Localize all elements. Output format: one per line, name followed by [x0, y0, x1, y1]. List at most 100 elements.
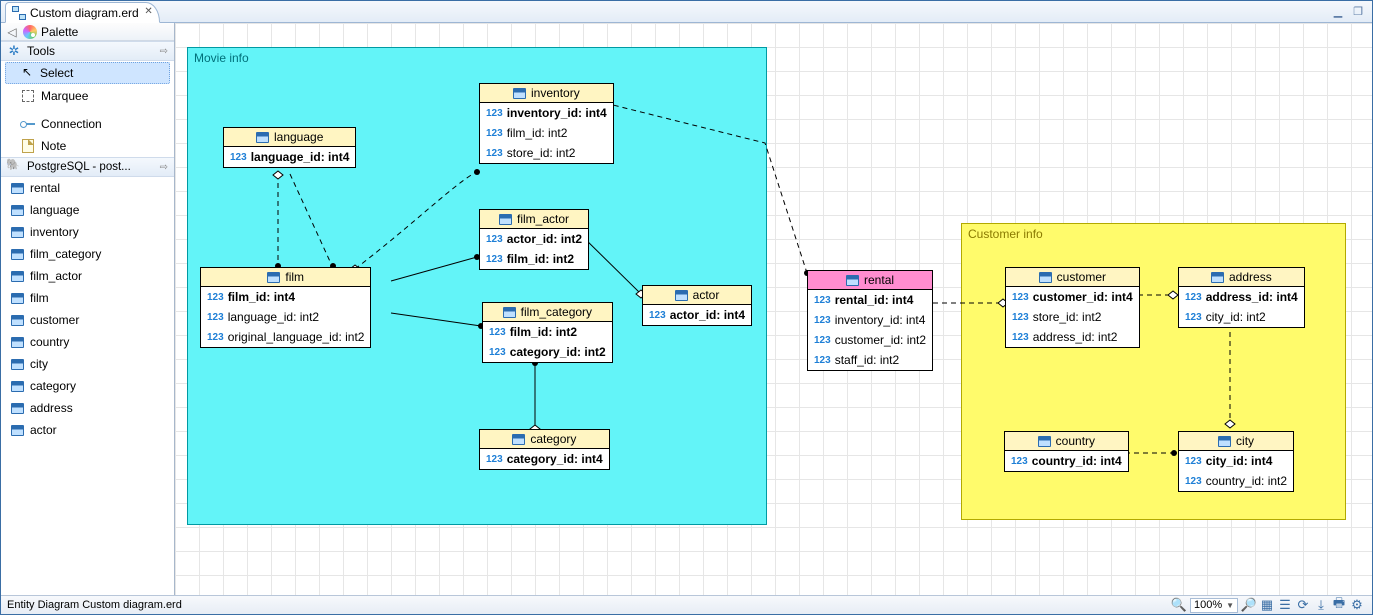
chevron-down-icon[interactable]: ▼	[1226, 601, 1234, 610]
column-label: category_id: int4	[507, 452, 603, 466]
entity-header[interactable]: rental	[808, 271, 932, 290]
entity-header[interactable]: actor	[643, 286, 751, 305]
db-label: PostgreSQL - post...	[27, 161, 131, 173]
entity-column[interactable]: 123customer_id: int2	[808, 330, 932, 350]
entity-header[interactable]: film_actor	[480, 210, 588, 229]
zoom-combo[interactable]: 100% ▼	[1190, 598, 1238, 613]
entity-title: film	[285, 270, 304, 284]
entity-column[interactable]: 123address_id: int4	[1179, 287, 1304, 307]
entity-actor[interactable]: actor123actor_id: int4	[642, 285, 752, 326]
column-label: store_id: int2	[1033, 310, 1102, 324]
zoom-in-icon[interactable]: 🔎	[1240, 597, 1258, 613]
palette-table-film_actor[interactable]: film_actor	[1, 265, 174, 287]
entity-column[interactable]: 123city_id: int2	[1179, 307, 1304, 327]
entity-header[interactable]: category	[480, 430, 609, 449]
entity-column[interactable]: 123film_id: int2	[480, 249, 588, 269]
refresh-icon[interactable]: ⟳	[1294, 597, 1312, 613]
datatype-icon: 123	[489, 327, 506, 338]
entity-city[interactable]: city123city_id: int4123country_id: int2	[1178, 431, 1294, 492]
entity-film-actor[interactable]: film_actor123actor_id: int2123film_id: i…	[479, 209, 589, 270]
palette-table-inventory[interactable]: inventory	[1, 221, 174, 243]
palette-table-actor[interactable]: actor	[1, 419, 174, 441]
palette-table-address[interactable]: address	[1, 397, 174, 419]
palette-panel: ◁ Palette ✲ Tools ⇨ ↖ Select Marquee Con…	[1, 23, 175, 595]
palette-table-customer[interactable]: customer	[1, 309, 174, 331]
entity-column[interactable]: 123store_id: int2	[480, 143, 613, 163]
table-label: address	[30, 401, 73, 415]
entity-column[interactable]: 123store_id: int2	[1006, 307, 1139, 327]
pin-icon[interactable]: ⇨	[160, 162, 168, 173]
print-icon[interactable]: 🖶	[1330, 594, 1348, 616]
entity-customer[interactable]: customer123customer_id: int4123store_id:…	[1005, 267, 1140, 348]
palette-table-category[interactable]: category	[1, 375, 174, 397]
tool-select[interactable]: ↖ Select	[5, 62, 170, 84]
entity-column[interactable]: 123original_language_id: int2	[201, 327, 370, 347]
entity-column[interactable]: 123film_id: int2	[483, 322, 612, 342]
palette-table-film[interactable]: film	[1, 287, 174, 309]
minimize-icon[interactable]: ▁	[1330, 4, 1346, 18]
entity-column[interactable]: 123address_id: int2	[1006, 327, 1139, 347]
entity-column[interactable]: 123film_id: int2	[480, 123, 613, 143]
note-icon	[22, 139, 34, 153]
restore-icon[interactable]: ❐	[1350, 4, 1366, 18]
entity-header[interactable]: country	[1005, 432, 1128, 451]
tool-connection[interactable]: Connection	[1, 113, 174, 135]
entity-inventory[interactable]: inventory123inventory_id: int4123film_id…	[479, 83, 614, 164]
entity-column[interactable]: 123inventory_id: int4	[480, 103, 613, 123]
back-icon[interactable]: ◁	[5, 25, 19, 39]
close-icon[interactable]: ✕	[144, 6, 152, 17]
entity-column[interactable]: 123language_id: int2	[201, 307, 370, 327]
tab-custom-diagram[interactable]: Custom diagram.erd ✕	[5, 2, 160, 23]
entity-category[interactable]: category 123 category_id: int4	[479, 429, 610, 470]
tool-note[interactable]: Note	[1, 135, 174, 157]
palette-table-language[interactable]: language	[1, 199, 174, 221]
gear-icon: ✲	[7, 44, 21, 58]
entity-column[interactable]: 123customer_id: int4	[1006, 287, 1139, 307]
entity-column[interactable]: 123 category_id: int4	[480, 449, 609, 469]
column-label: original_language_id: int2	[228, 330, 365, 344]
palette-table-city[interactable]: city	[1, 353, 174, 375]
entity-rental[interactable]: rental123rental_id: int4123inventory_id:…	[807, 270, 933, 371]
entity-language[interactable]: language123language_id: int4	[223, 127, 356, 168]
entity-country[interactable]: country123country_id: int4	[1004, 431, 1129, 472]
entity-column[interactable]: 123actor_id: int4	[643, 305, 751, 325]
entity-header[interactable]: city	[1179, 432, 1293, 451]
diagram-canvas[interactable]: Movie info Customer info	[175, 23, 1372, 595]
entity-column[interactable]: 123country_id: int4	[1005, 451, 1128, 471]
tool-marquee[interactable]: Marquee	[1, 85, 174, 107]
entity-header[interactable]: film_category	[483, 303, 612, 322]
table-icon	[513, 88, 526, 99]
entity-column[interactable]: 123film_id: int4	[201, 287, 370, 307]
layout-list-icon[interactable]: ☰	[1276, 597, 1294, 613]
palette-table-film_category[interactable]: film_category	[1, 243, 174, 265]
entity-column[interactable]: 123rental_id: int4	[808, 290, 932, 310]
column-label: staff_id: int2	[835, 353, 900, 367]
entity-header[interactable]: customer	[1006, 268, 1139, 287]
entity-column[interactable]: 123language_id: int4	[224, 147, 355, 167]
entity-column[interactable]: 123city_id: int4	[1179, 451, 1293, 471]
entity-film-category[interactable]: film_category123film_id: int2123category…	[482, 302, 613, 363]
export-icon[interactable]: ⤓	[1312, 597, 1330, 613]
pin-icon[interactable]: ⇨	[160, 46, 168, 57]
datatype-icon: 123	[486, 454, 503, 465]
entity-column[interactable]: 123staff_id: int2	[808, 350, 932, 370]
entity-film[interactable]: film 123film_id: int4123language_id: int2…	[200, 267, 371, 348]
tools-drawer-head[interactable]: ✲ Tools ⇨	[1, 41, 174, 61]
entity-address[interactable]: address123address_id: int4123city_id: in…	[1178, 267, 1305, 328]
db-drawer-head[interactable]: PostgreSQL - post... ⇨	[1, 157, 174, 177]
entity-header[interactable]: inventory	[480, 84, 613, 103]
settings-icon[interactable]: ⚙	[1348, 597, 1366, 613]
entity-column[interactable]: 123country_id: int2	[1179, 471, 1293, 491]
table-icon	[846, 275, 859, 286]
layout-grid-icon[interactable]: ▦	[1258, 597, 1276, 613]
column-label: language_id: int2	[228, 310, 319, 324]
palette-table-rental[interactable]: rental	[1, 177, 174, 199]
entity-column[interactable]: 123category_id: int2	[483, 342, 612, 362]
entity-header[interactable]: language	[224, 128, 355, 147]
zoom-out-icon[interactable]: 🔍	[1170, 597, 1188, 613]
entity-column[interactable]: 123inventory_id: int4	[808, 310, 932, 330]
palette-table-country[interactable]: country	[1, 331, 174, 353]
entity-header[interactable]: film	[201, 268, 370, 287]
entity-header[interactable]: address	[1179, 268, 1304, 287]
entity-column[interactable]: 123actor_id: int2	[480, 229, 588, 249]
